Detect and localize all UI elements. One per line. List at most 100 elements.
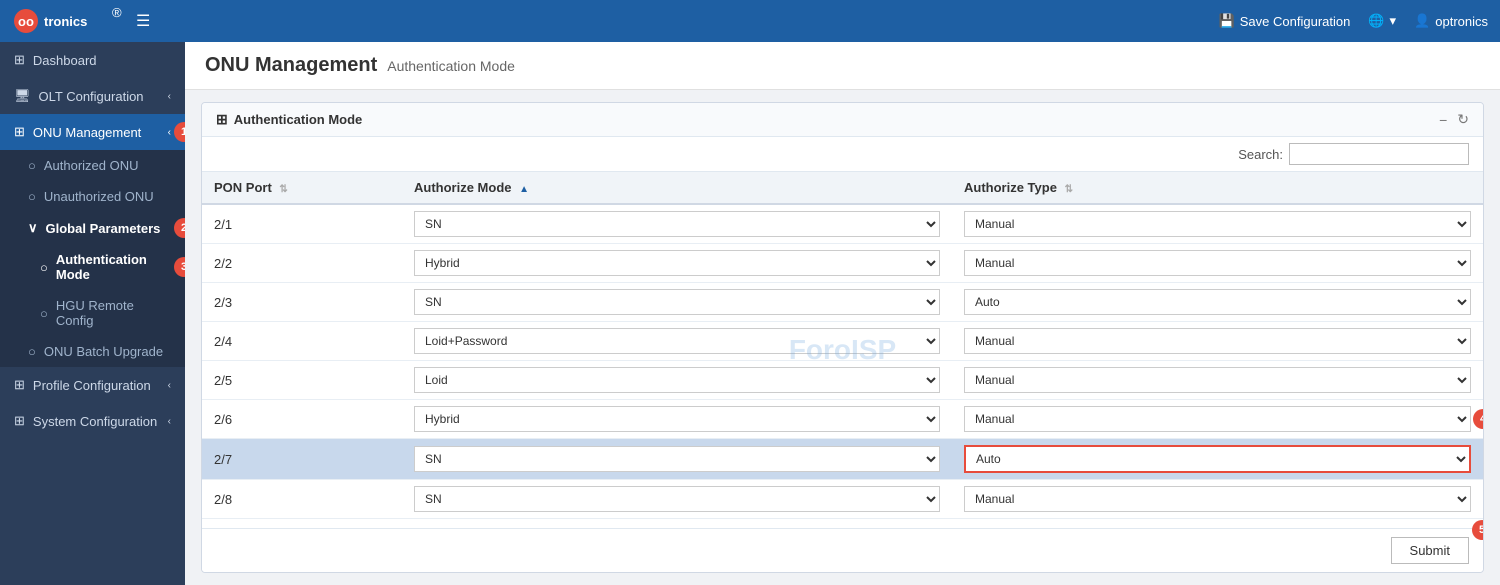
auth-mode-select[interactable]: SNHybridLoid+PasswordLoidLoid+SNPassword xyxy=(414,289,940,315)
pon-port-cell: 2/7 xyxy=(202,439,402,480)
auth-mode-select[interactable]: SNHybridLoid+PasswordLoidLoid+SNPassword xyxy=(414,328,940,354)
auth-mode-cell[interactable]: SNHybridLoid+PasswordLoidLoid+SNPassword xyxy=(402,244,952,283)
auth-type-cell[interactable]: ManualAuto xyxy=(952,322,1483,361)
auth-type-select[interactable]: ManualAuto xyxy=(964,406,1471,432)
sidebar-item-label: Dashboard xyxy=(33,53,97,68)
sort-up-icon: ▲ xyxy=(519,184,529,195)
pon-port-cell: 2/6 xyxy=(202,400,402,439)
navbar-left: oo tronics ® ☰ xyxy=(12,7,150,35)
pon-port-label: PON Port xyxy=(214,180,272,195)
svg-text:tronics: tronics xyxy=(44,14,87,29)
sidebar-sub-onu: ○ Authorized ONU ○ Unauthorized ONU ∨ Gl… xyxy=(0,150,185,367)
main-layout: ⊞ Dashboard 🖥 OLT Configuration ‹ ⊞ ONU … xyxy=(0,42,1500,585)
page-title: ONU Management xyxy=(205,54,377,77)
sidebar-item-authorized-onu[interactable]: ○ Authorized ONU xyxy=(0,150,185,181)
language-button[interactable]: 🌐 ▾ xyxy=(1368,13,1396,29)
logo-svg: oo tronics ® xyxy=(12,7,122,35)
auth-type-cell[interactable]: ManualAuto xyxy=(952,480,1483,519)
chevron-down-icon: ∨ xyxy=(28,220,38,236)
sidebar-item-hgu-remote[interactable]: ○ HGU Remote Config xyxy=(0,290,185,336)
sidebar-item-unauthorized-onu[interactable]: ○ Unauthorized ONU xyxy=(0,181,185,212)
sidebar-item-global-params[interactable]: ∨ Global Parameters 2 xyxy=(0,212,185,244)
auth-mode-badge: 3 xyxy=(174,257,185,277)
global-params-badge: 2 xyxy=(174,218,185,238)
auth-mode-select[interactable]: SNHybridLoid+PasswordLoidLoid+SNPassword xyxy=(414,446,940,472)
auth-mode-cell[interactable]: SNHybridLoid+PasswordLoidLoid+SNPassword xyxy=(402,361,952,400)
table-row: 2/3 SNHybridLoid+PasswordLoidLoid+SNPassw… xyxy=(202,283,1483,322)
hamburger-icon[interactable]: ☰ xyxy=(136,11,150,31)
search-input[interactable] xyxy=(1289,143,1469,165)
card-title-text: Authentication Mode xyxy=(234,112,363,127)
sidebar-item-system-config[interactable]: ⊞ System Configuration ‹ xyxy=(0,403,185,439)
circle-icon: ○ xyxy=(40,306,48,321)
authorize-type-header[interactable]: Authorize Type ⇅ xyxy=(952,172,1483,204)
auth-type-select[interactable]: ManualAuto xyxy=(964,328,1471,354)
sidebar-item-auth-mode[interactable]: ○ Authentication Mode 3 xyxy=(0,244,185,290)
sidebar-item-onu-batch[interactable]: ○ ONU Batch Upgrade xyxy=(0,336,185,367)
user-menu[interactable]: 👤 optronics xyxy=(1414,13,1488,29)
logo: oo tronics ® xyxy=(12,7,122,35)
sidebar-item-label: OLT Configuration xyxy=(39,89,144,104)
svg-text:oo: oo xyxy=(18,14,34,29)
auth-mode-select[interactable]: SNHybridLoid+PasswordLoidLoid+SNPassword xyxy=(414,406,940,432)
auth-type-select[interactable]: ManualAuto xyxy=(964,211,1471,237)
auth-mode-cell[interactable]: SNHybridLoid+PasswordLoidLoid+SNPassword xyxy=(402,322,952,361)
auth-mode-select[interactable]: SNHybridLoid+PasswordLoidLoid+SNPassword xyxy=(414,367,940,393)
table-row: 2/1SNHybridLoid+PasswordLoidLoid+SNPassw… xyxy=(202,204,1483,244)
table-body: 2/1SNHybridLoid+PasswordLoidLoid+SNPassw… xyxy=(202,204,1483,519)
submit-button[interactable]: Submit xyxy=(1391,537,1469,564)
authorize-mode-label: Authorize Mode xyxy=(414,180,512,195)
auth-mode-cell[interactable]: SNHybridLoid+PasswordLoidLoid+SNPassword xyxy=(402,204,952,244)
auth-mode-select[interactable]: SNHybridLoid+PasswordLoidLoid+SNPassword xyxy=(414,250,940,276)
auth-type-cell[interactable]: ManualAuto xyxy=(952,361,1483,400)
auth-type-cell[interactable]: ManualAuto4 xyxy=(952,400,1483,439)
auth-type-select[interactable]: ManualAuto xyxy=(964,367,1471,393)
auth-mode-select[interactable]: SNHybridLoid+PasswordLoidLoid+SNPassword xyxy=(414,486,940,512)
profile-icon: ⊞ xyxy=(14,377,25,393)
table-icon: ⊞ xyxy=(216,111,228,128)
chevron-icon: ‹ xyxy=(168,416,171,427)
save-config-button[interactable]: 💾 Save Configuration xyxy=(1219,13,1351,29)
auth-mode-select[interactable]: SNHybridLoid+PasswordLoidLoid+SNPassword xyxy=(414,211,940,237)
auth-mode-cell[interactable]: SNHybridLoid+PasswordLoidLoid+SNPassword xyxy=(402,439,952,480)
sidebar-item-label: ONU Management xyxy=(33,125,141,140)
sidebar-item-olt-config[interactable]: 🖥 OLT Configuration ‹ xyxy=(0,78,185,114)
search-label: Search: xyxy=(1238,147,1283,162)
pon-port-header[interactable]: PON Port ⇅ xyxy=(202,172,402,204)
sidebar-item-profile-config[interactable]: ⊞ Profile Configuration ‹ xyxy=(0,367,185,403)
auth-type-select[interactable]: ManualAuto xyxy=(964,289,1471,315)
auth-type-select[interactable]: ManualAuto xyxy=(964,445,1471,473)
auth-mode-cell[interactable]: SNHybridLoid+PasswordLoidLoid+SNPassword xyxy=(402,400,952,439)
sidebar-item-label: ONU Batch Upgrade xyxy=(44,344,163,359)
auth-type-cell[interactable]: ManualAuto xyxy=(952,244,1483,283)
auth-type-cell[interactable]: ManualAuto xyxy=(952,204,1483,244)
table-row: 2/6 SNHybridLoid+PasswordLoidLoid+SNPassw… xyxy=(202,400,1483,439)
sidebar-item-label: HGU Remote Config xyxy=(56,298,171,328)
refresh-button[interactable]: ↻ xyxy=(1457,111,1469,128)
authorize-mode-header[interactable]: Authorize Mode ▲ xyxy=(402,172,952,204)
pon-port-cell: 2/3 xyxy=(202,283,402,322)
circle-icon: ○ xyxy=(28,189,36,204)
sidebar-item-dashboard[interactable]: ⊞ Dashboard xyxy=(0,42,185,78)
sidebar-item-label: Profile Configuration xyxy=(33,378,151,393)
auth-mode-cell[interactable]: SNHybridLoid+PasswordLoidLoid+SNPassword xyxy=(402,480,952,519)
auth-type-cell[interactable]: ManualAuto xyxy=(952,283,1483,322)
sidebar-item-label: Authentication Mode xyxy=(56,252,171,282)
auth-type-cell[interactable]: ManualAuto xyxy=(952,439,1483,480)
sidebar-item-label: Global Parameters xyxy=(46,221,161,236)
sidebar-item-onu-mgmt[interactable]: ⊞ ONU Management ‹ 1 xyxy=(0,114,185,150)
table-container: ForoISP PON Port ⇅ Authorize Mode ▲ xyxy=(202,172,1483,528)
circle-icon: ○ xyxy=(28,344,36,359)
row-type-badge: 4 xyxy=(1473,409,1483,429)
search-bar: Search: xyxy=(202,137,1483,172)
pon-port-cell: 2/5 xyxy=(202,361,402,400)
minimize-button[interactable]: − xyxy=(1439,112,1447,128)
onu-icon: ⊞ xyxy=(14,124,25,140)
content-area: ONU Management Authentication Mode ⊞ Aut… xyxy=(185,42,1500,585)
authorize-type-label: Authorize Type xyxy=(964,180,1057,195)
pon-port-cell: 2/4 xyxy=(202,322,402,361)
circle-icon: ○ xyxy=(40,260,48,275)
auth-type-select[interactable]: ManualAuto xyxy=(964,486,1471,512)
auth-mode-cell[interactable]: SNHybridLoid+PasswordLoidLoid+SNPassword xyxy=(402,283,952,322)
auth-type-select[interactable]: ManualAuto xyxy=(964,250,1471,276)
